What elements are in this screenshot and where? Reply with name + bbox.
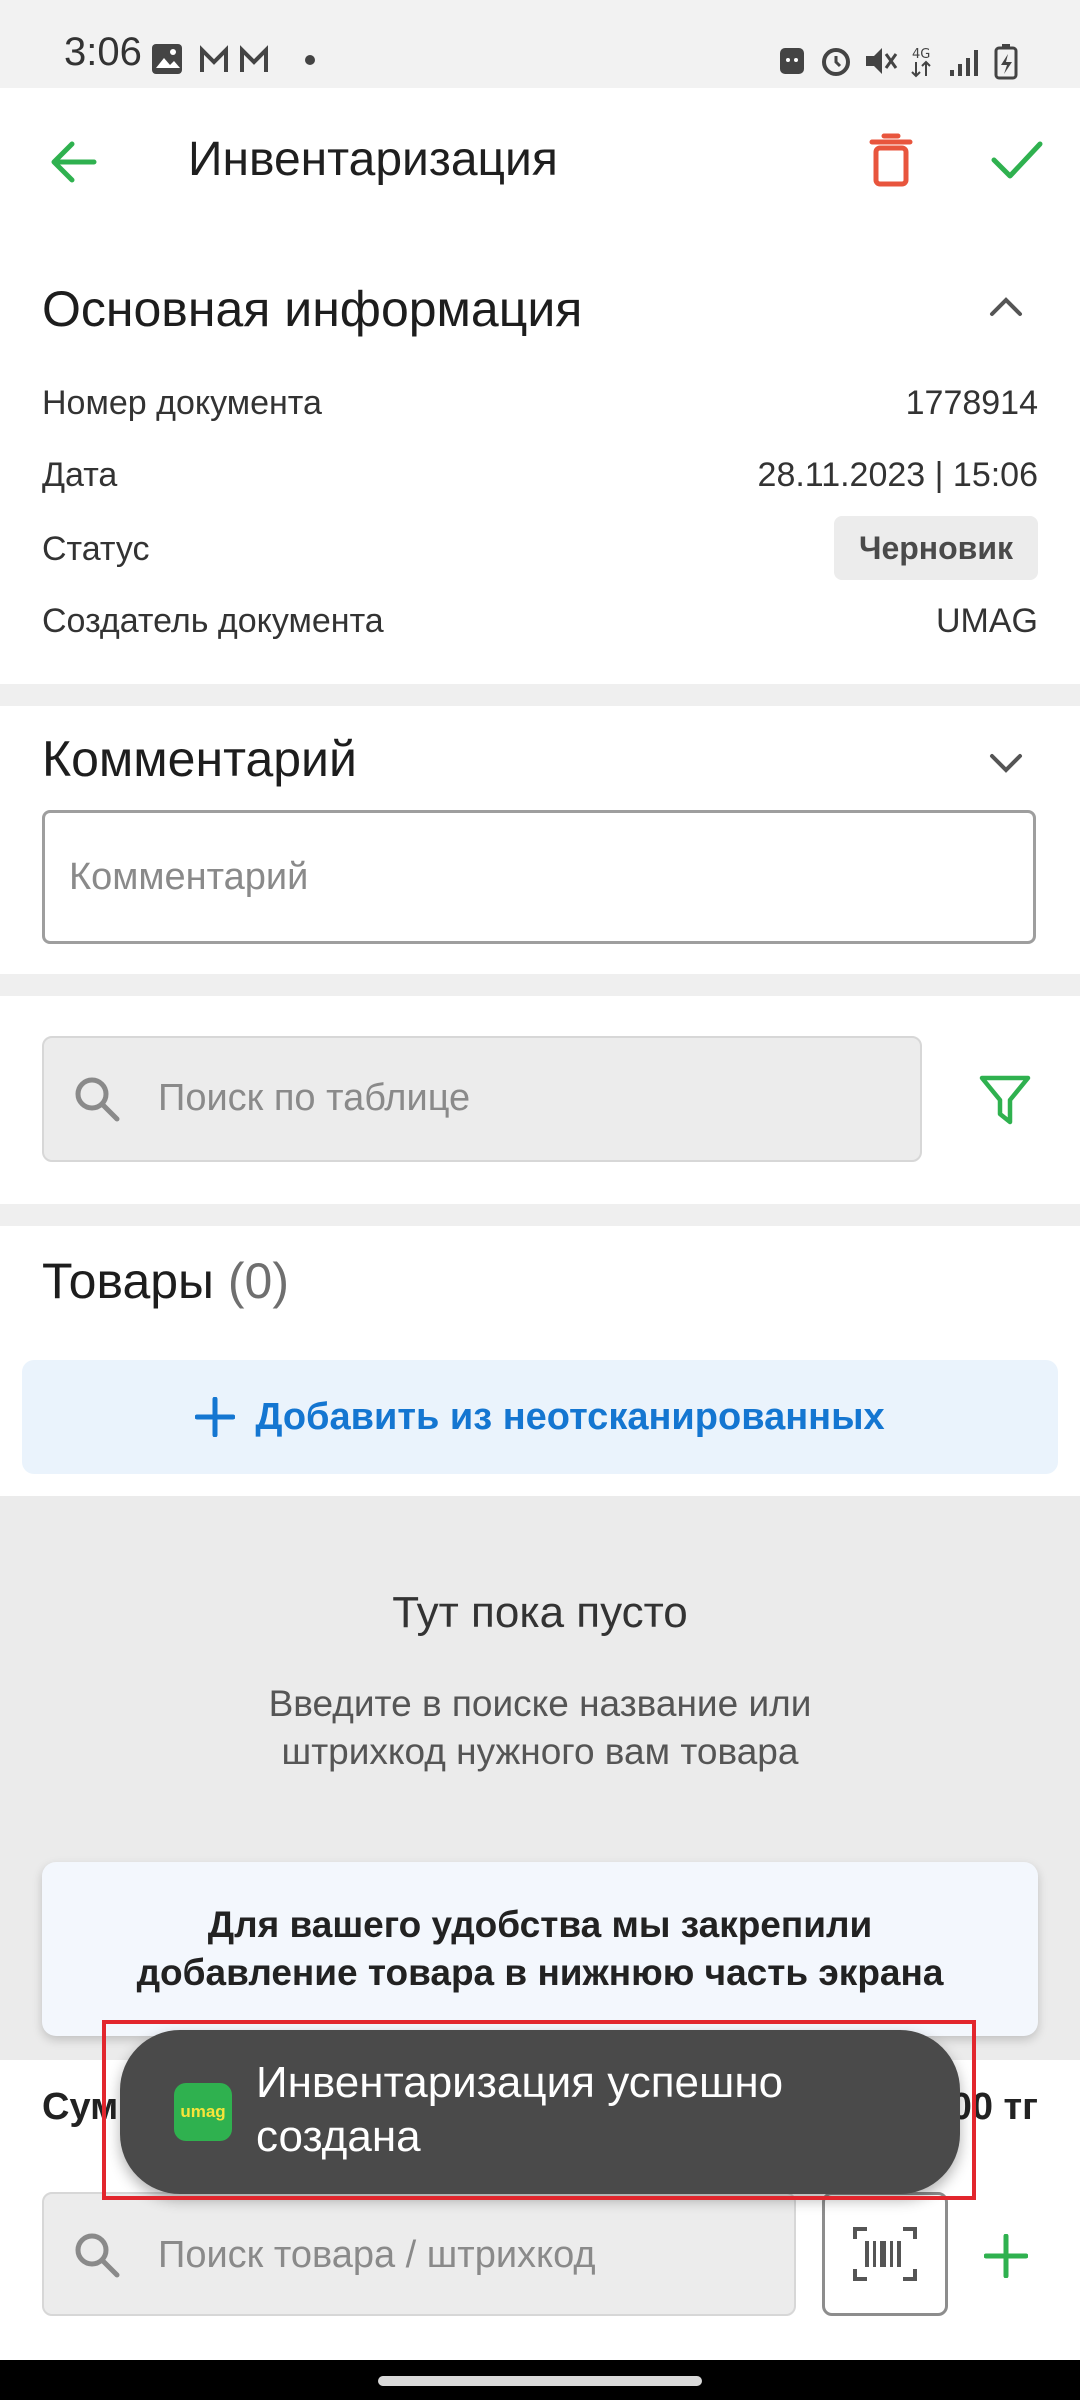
signal-icon	[950, 50, 978, 76]
document-number-label: Номер документа	[42, 384, 322, 422]
creator-label: Создатель документа	[42, 602, 384, 640]
document-number-value: 1778914	[905, 384, 1038, 422]
android-icon	[780, 48, 804, 74]
date-label: Дата	[42, 456, 118, 494]
goods-title-label: Товары	[42, 1253, 214, 1309]
hint-line-1: Для вашего удобства мы закрепили	[207, 1904, 873, 1945]
barcode-icon	[853, 2227, 917, 2281]
comment-placeholder: Комментарий	[69, 855, 309, 898]
filter-icon[interactable]	[978, 1074, 1032, 1126]
mute-icon	[866, 48, 898, 74]
svg-text:4G: 4G	[912, 47, 930, 62]
add-from-unscanned-button[interactable]: Добавить из неотсканированных	[22, 1360, 1058, 1474]
status-label: Статус	[42, 530, 150, 568]
section-divider	[0, 1204, 1080, 1226]
4g-icon: 4G	[911, 47, 931, 78]
image-icon	[152, 44, 182, 74]
status-system-icons: 4G	[780, 44, 1018, 80]
basic-info-title: Основная информация	[42, 281, 583, 337]
add-product-plus-icon[interactable]	[984, 2234, 1028, 2278]
empty-state-description: Введите в поиске название или штрихкод н…	[0, 1680, 1080, 1776]
date-value: 28.11.2023 | 15:06	[757, 456, 1038, 494]
toast-highlight-box	[102, 2020, 976, 2200]
plus-icon	[195, 1397, 236, 1437]
status-badge: Черновик	[834, 516, 1038, 580]
search-icon	[75, 1077, 120, 1122]
product-search-input[interactable]: Поиск товара / штрихкод	[42, 2192, 796, 2316]
check-icon[interactable]	[990, 138, 1044, 182]
table-search-input[interactable]: Поиск по таблице	[42, 1036, 922, 1162]
battery-charging-icon	[994, 44, 1018, 80]
section-divider	[0, 684, 1080, 706]
add-from-unscanned-label: Добавить из неотсканированных	[255, 1395, 885, 1438]
goods-count: (0)	[227, 1253, 290, 1309]
goods-title: Товары (0)	[42, 1252, 289, 1310]
chevron-down-icon[interactable]	[988, 750, 1024, 774]
status-time: 3:06	[64, 30, 142, 74]
page-title: Инвентаризация	[188, 133, 558, 186]
section-divider	[0, 974, 1080, 996]
gmail-icon	[240, 45, 268, 72]
status-notification-icons	[152, 44, 315, 74]
home-gesture-handle[interactable]	[378, 2376, 702, 2386]
hint-line-2: добавление товара в нижнюю часть экрана	[136, 1952, 944, 1993]
trash-icon[interactable]	[868, 132, 914, 188]
empty-state-title: Тут пока пусто	[392, 1588, 688, 1637]
table-search-placeholder: Поиск по таблице	[158, 1077, 471, 1119]
arrow-left-icon[interactable]	[48, 136, 100, 188]
search-icon	[75, 2233, 120, 2278]
dot-icon	[305, 55, 315, 65]
empty-state-line-1: Введите в поиске название или	[268, 1683, 812, 1724]
gmail-icon	[200, 45, 228, 72]
alarm-icon	[822, 48, 850, 76]
product-search-placeholder: Поиск товара / штрихкод	[158, 2234, 596, 2276]
comment-title: Комментарий	[42, 731, 357, 787]
hint-card: Для вашего удобства мы закрепили добавле…	[42, 1862, 1038, 2036]
creator-value: UMAG	[936, 602, 1038, 640]
barcode-scan-button[interactable]	[822, 2192, 948, 2316]
chevron-up-icon[interactable]	[988, 294, 1024, 318]
empty-state-line-2: штрихкод нужного вам товара	[281, 1731, 799, 1772]
comment-input[interactable]: Комментарий	[42, 810, 1036, 944]
